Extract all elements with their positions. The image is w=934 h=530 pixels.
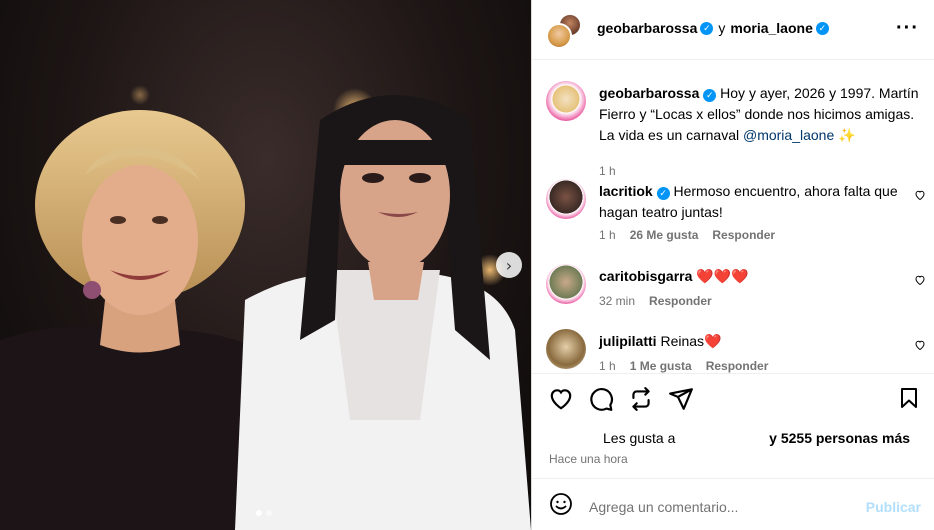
chevron-right-icon: › [505, 255, 513, 275]
verified-badge-icon: ✓ [656, 187, 670, 200]
verified-badge-icon: ✓ [703, 89, 717, 102]
emoji-icon[interactable] [549, 492, 573, 516]
author-username[interactable]: geobarbarossa [597, 20, 697, 36]
sparkle-emoji: ✨ [838, 127, 856, 143]
comment-text-block: caritobisgarra ❤️❤️❤️ [599, 266, 899, 287]
next-image-button[interactable]: › [496, 252, 522, 278]
comment-meta: 1 h 1 Me gusta Responder [599, 359, 768, 373]
caption-meta: 1 h [599, 164, 616, 178]
comment-time[interactable]: 1 h [599, 228, 616, 242]
heart-icon[interactable] [548, 386, 574, 412]
avatar[interactable] [546, 329, 586, 369]
comment-text-block: lacritiok ✓ Hermoso encuentro, ahora fal… [599, 181, 899, 223]
comment-likes[interactable]: 26 Me gusta [630, 228, 699, 242]
publish-button[interactable]: Publicar [866, 499, 921, 515]
avatar[interactable] [546, 81, 586, 121]
comment-input[interactable]: Agrega un comentario... [589, 499, 738, 515]
comment-username[interactable]: julipilatti [599, 333, 657, 349]
carousel-dot [266, 510, 272, 516]
more-options-icon[interactable]: ··· [896, 18, 919, 38]
likes-prefix: Les gusta a [603, 430, 676, 446]
heart-icon[interactable] [914, 339, 926, 351]
avatar[interactable] [546, 179, 586, 219]
author-connector: y [718, 20, 726, 36]
comment-text: Reinas❤️ [660, 333, 722, 349]
liked-by-user[interactable] [679, 431, 765, 443]
post-time[interactable]: Hace una hora [549, 452, 628, 466]
heart-icon[interactable] [914, 274, 926, 286]
verified-badge-icon: ✓ [815, 21, 829, 35]
caption-mention[interactable]: @moria_laone [743, 127, 834, 143]
coauthor-username[interactable]: moria_laone [730, 20, 812, 36]
comment-time[interactable]: 32 min [599, 294, 635, 308]
reply-button[interactable]: Responder [706, 359, 769, 373]
caption-text-block: geobarbarossa ✓ Hoy y ayer, 2026 y 1997.… [599, 83, 919, 146]
reply-button[interactable]: Responder [649, 294, 712, 308]
post-photo[interactable]: › [0, 0, 531, 530]
comment-icon[interactable] [588, 386, 614, 412]
comment-text: ❤️❤️❤️ [696, 268, 749, 284]
post-side-panel: geobarbarossa ✓ y moria_laone ✓ ··· geob… [531, 0, 934, 530]
avatar[interactable] [546, 264, 586, 304]
comment-username[interactable]: lacritiok [599, 183, 653, 199]
photo-illustration [0, 85, 531, 530]
comment-meta: 32 min Responder [599, 294, 712, 308]
verified-badge-icon: ✓ [700, 21, 714, 35]
heart-icon[interactable] [914, 189, 926, 201]
carousel-dots [256, 510, 272, 516]
likes-count[interactable]: y 5255 personas más [769, 430, 910, 446]
comments-section: geobarbarossa ✓ Hoy y ayer, 2026 y 1997.… [532, 61, 934, 373]
comment-meta: 1 h 26 Me gusta Responder [599, 228, 775, 242]
carousel-dot [256, 510, 262, 516]
caption-time[interactable]: 1 h [599, 164, 616, 178]
post-authors: geobarbarossa ✓ y moria_laone ✓ [597, 20, 829, 36]
repost-icon[interactable] [628, 386, 654, 412]
action-icons [548, 386, 694, 412]
comment-likes[interactable]: 1 Me gusta [630, 359, 692, 373]
likes-summary[interactable]: Les gusta a y 5255 personas más [603, 430, 910, 446]
caption-username[interactable]: geobarbarossa [599, 85, 699, 101]
bookmark-icon[interactable] [897, 386, 921, 410]
comment-text-block: julipilatti Reinas❤️ [599, 331, 899, 352]
post-actions: Les gusta a y 5255 personas más Hace una… [532, 373, 934, 530]
post-header: geobarbarossa ✓ y moria_laone ✓ ··· [532, 0, 934, 60]
send-icon[interactable] [668, 386, 694, 412]
avatar [546, 23, 572, 49]
coauthor-avatars[interactable] [546, 13, 582, 49]
comment-username[interactable]: caritobisgarra [599, 268, 692, 284]
reply-button[interactable]: Responder [712, 228, 775, 242]
comment-time[interactable]: 1 h [599, 359, 616, 373]
